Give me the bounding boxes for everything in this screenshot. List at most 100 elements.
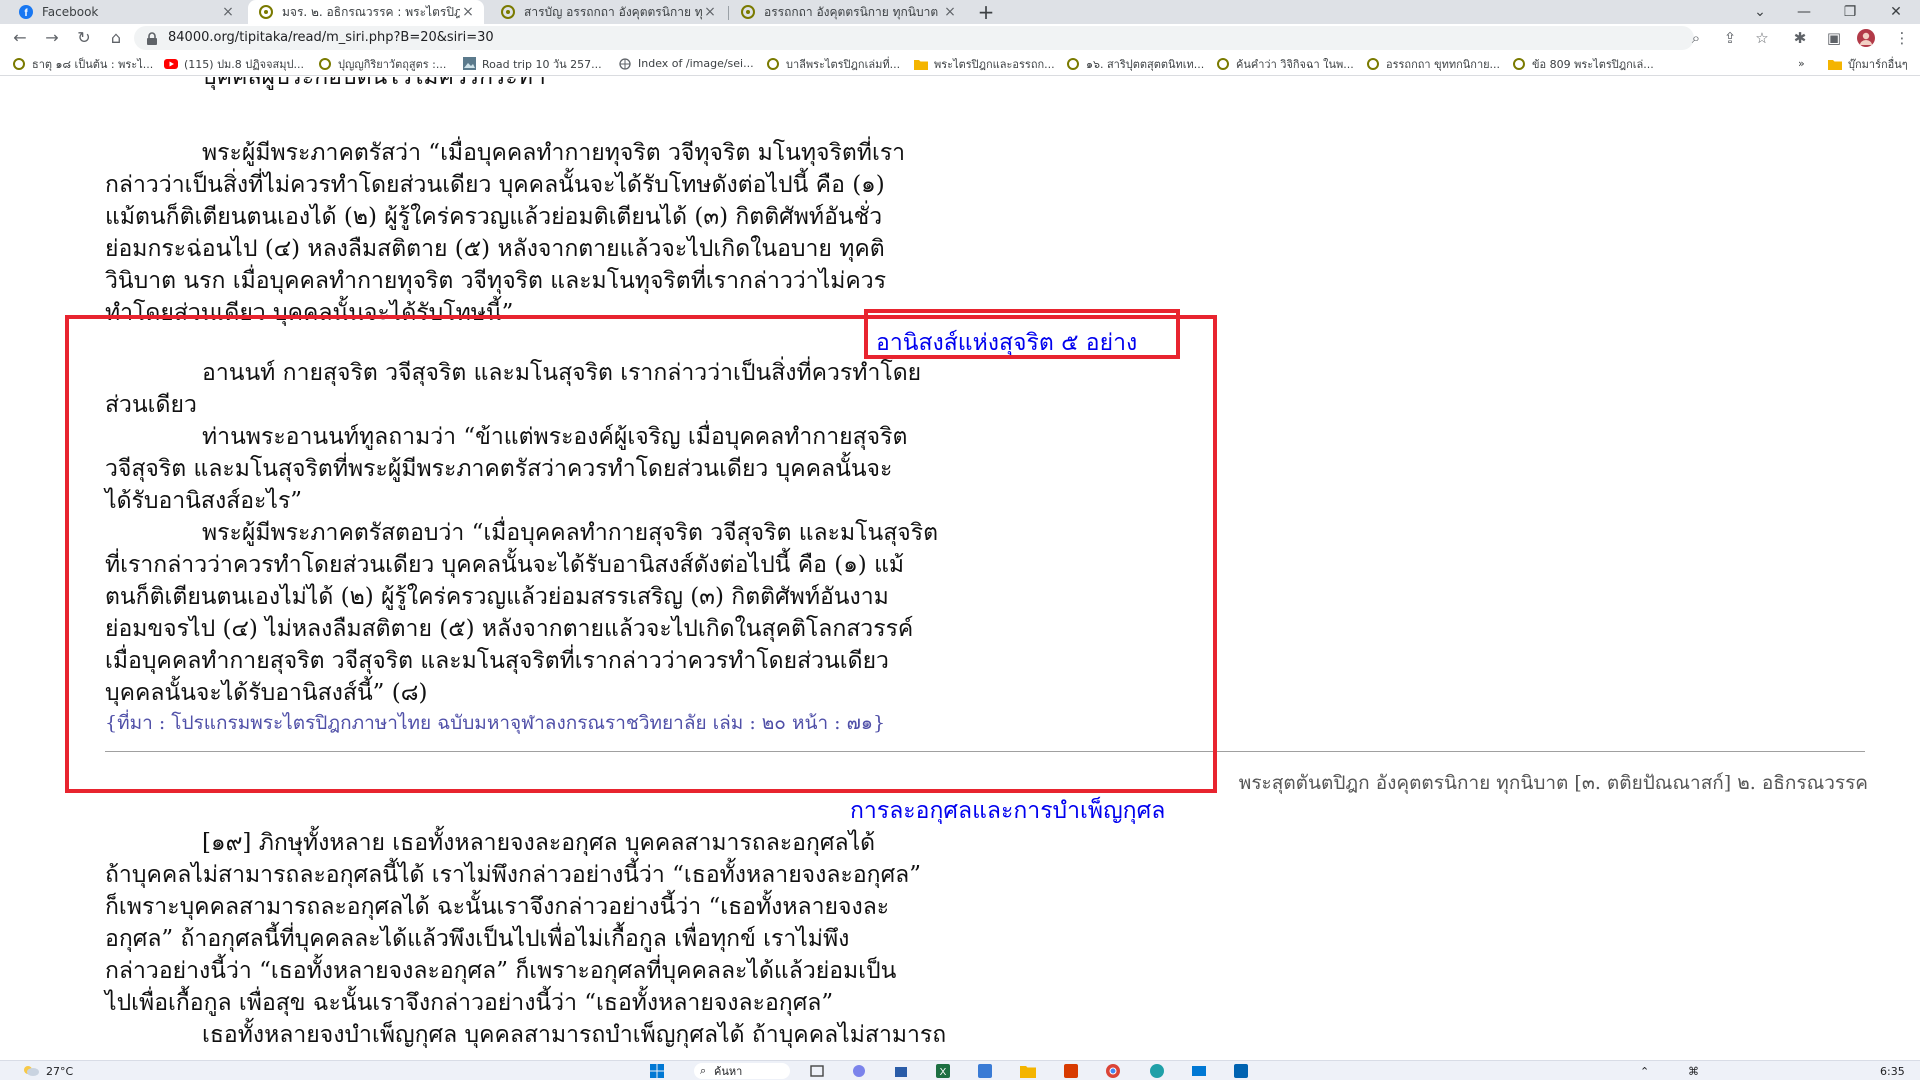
annotation-box-large — [65, 315, 1217, 793]
network-icon[interactable]: ⌘ — [1688, 1063, 1699, 1079]
edge-icon[interactable] — [1150, 1063, 1164, 1079]
minimize-icon[interactable]: — — [1784, 0, 1824, 24]
office-icon[interactable] — [1064, 1063, 1078, 1079]
folder-icon — [914, 57, 928, 71]
tab-title: Facebook — [42, 5, 99, 19]
mail-icon[interactable] — [1192, 1063, 1206, 1079]
clock[interactable]: 6:35 — [1880, 1063, 1905, 1079]
section-heading: การละอกุศลและการบำเพ็ญกุศล — [850, 798, 1166, 824]
bookmark-item[interactable]: อรรถกถา ขุททกนิกาย... — [1366, 52, 1500, 75]
dharma-wheel-icon — [500, 4, 516, 20]
dharma-wheel-icon — [1366, 57, 1380, 71]
bookmark-item[interactable]: ข้อ 809 พระไตรปิฎกเล่... — [1512, 52, 1654, 75]
dharma-wheel-icon — [740, 4, 756, 20]
side-panel-icon[interactable]: ▣ — [1820, 24, 1848, 52]
bookmark-item[interactable]: บาลีพระไตรปิฎกเล่มที่... — [766, 52, 900, 75]
bookmark-item[interactable]: ธาตุ ๑๘ เป็นต้น : พระไ... — [12, 52, 153, 75]
page-source-line: พระสุตตันตปิฎก อังคุตตรนิกาย ทุกนิบาต [๓… — [1238, 772, 1868, 794]
tab-close-icon[interactable]: × — [702, 4, 718, 20]
text-line: ถ้าบุคคลไม่สามารถละอกุศลนี้ได้ เราไม่พึง… — [105, 862, 922, 888]
weather-widget[interactable]: 27°C — [22, 1063, 73, 1079]
tab-search-chevron-icon[interactable]: ⌄ — [1740, 0, 1780, 24]
bookmark-item[interactable]: พระไตรปิฎกและอรรถก... — [914, 52, 1055, 75]
weather-cloud-icon — [22, 1064, 40, 1079]
text-line: กล่าวอย่างนี้ว่า “เธอทั้งหลายจงละอกุศล” … — [105, 958, 897, 984]
address-url: 84000.org/tipitaka/read/m_siri.php?B=20&… — [168, 30, 494, 45]
home-icon[interactable]: ⌂ — [102, 24, 130, 52]
close-window-icon[interactable]: ✕ — [1876, 0, 1916, 24]
bookmark-label: ๑๖. สาริปุตตสุตตนิทเท... — [1086, 57, 1205, 71]
text-line: บุคคลผู้ประกอบตนไว้ไม่ควรกระทำ — [202, 77, 546, 90]
annotation-box-heading — [864, 309, 1180, 359]
other-bookmarks-label: บุ๊กมาร์กอื่นๆ — [1848, 57, 1908, 71]
page-content: บุคคลผู้ประกอบตนไว้ไม่ควรกระทำ พระผู้มีพ… — [0, 77, 1920, 1060]
bookmark-label: Road trip 10 วัน 257... — [482, 57, 602, 71]
text-line: อกุศล” ถ้าอกุศลนี้ที่บุคคลละได้แล้วพึงเป… — [105, 926, 850, 952]
bookmark-label: บาลีพระไตรปิฎกเล่มที่... — [786, 57, 901, 71]
bookmark-item[interactable]: Road trip 10 วัน 257... — [462, 52, 602, 75]
text-line: พระผู้มีพระภาคตรัสว่า “เมื่อบุคคลทำกายทุ… — [202, 140, 906, 166]
store-icon[interactable] — [894, 1063, 908, 1079]
browser-toolbar: ← → ↻ ⌂ 84000.org/tipitaka/read/m_siri.p… — [0, 24, 1920, 52]
excel-icon[interactable]: X — [936, 1063, 950, 1079]
tab-title: สารบัญ อรรถกถา อังคุตตรนิกาย ทุกนิ — [524, 4, 702, 19]
bookmark-item[interactable]: ค้นคำว่า วิจิกิจฉา ในพ... — [1216, 52, 1354, 75]
tab-commentary[interactable]: อรรถกถา อังคุตตรนิกาย ทุกนิบาต ปฐ × — [730, 0, 966, 24]
tab-facebook[interactable]: f Facebook × — [8, 0, 244, 24]
task-view-icon[interactable] — [810, 1063, 824, 1079]
bookmarks-overflow-icon[interactable]: » — [1798, 52, 1805, 75]
forward-arrow-icon[interactable]: → — [38, 24, 66, 52]
profile-avatar[interactable] — [1852, 24, 1880, 52]
bookmark-label: ค้นคำว่า วิจิกิจฉา ในพ... — [1236, 57, 1354, 71]
taskbar-search[interactable]: ⌕ ค้นหา — [694, 1063, 790, 1079]
tab-tipitaka-read[interactable]: มจร. ๒. อธิกรณวรรค : พระไตรปิฎกเล่ม × — [248, 0, 484, 24]
share-icon[interactable]: ⇪ — [1716, 24, 1744, 52]
tab-close-icon[interactable]: × — [460, 4, 476, 20]
tab-close-icon[interactable]: × — [942, 4, 958, 20]
svg-text:X: X — [940, 1067, 947, 1078]
zoom-icon[interactable]: ⌕ — [1682, 24, 1710, 52]
bookmarks-bar: ธาตุ ๑๘ เป็นต้น : พระไ... (115) ปม.8 ปฏิ… — [0, 52, 1920, 76]
tray-chevron-icon[interactable]: ⌃ — [1640, 1063, 1649, 1079]
text-line: วินิบาต นรก เมื่อบุคคลทำกายทุจริต วจีทุจ… — [105, 268, 887, 294]
app-icon[interactable] — [978, 1063, 992, 1079]
dharma-wheel-icon — [1512, 57, 1526, 71]
menu-kebab-icon[interactable]: ⋮ — [1888, 24, 1916, 52]
bookmark-label: ธาตุ ๑๘ เป็นต้น : พระไ... — [32, 57, 154, 71]
bookmark-item[interactable]: ปุญญกิริยาวัตถุสูตร :... — [318, 52, 446, 75]
globe-icon — [618, 57, 632, 71]
photo-icon — [462, 57, 476, 71]
facebook-icon: f — [18, 4, 34, 20]
other-bookmarks-folder[interactable]: บุ๊กมาร์กอื่นๆ — [1828, 52, 1908, 75]
chrome-icon[interactable] — [1106, 1063, 1120, 1079]
new-tab-button[interactable]: + — [972, 0, 1000, 24]
folder-icon — [1828, 57, 1842, 71]
bookmark-item[interactable]: ๑๖. สาริปุตตสุตตนิทเท... — [1066, 52, 1204, 75]
bookmark-item[interactable]: (115) ปม.8 ปฏิจจสมุป... — [164, 52, 304, 75]
text-line: แม้ตนก็ติเตียนตนเองได้ (๒) ผู้รู้ใคร่ครว… — [105, 204, 883, 230]
file-explorer-icon[interactable] — [1020, 1063, 1036, 1079]
reload-icon[interactable]: ↻ — [70, 24, 98, 52]
start-windows-icon[interactable] — [650, 1063, 664, 1079]
photos-icon[interactable] — [1234, 1063, 1248, 1079]
taskbar-search-label: ค้นหา — [714, 1065, 743, 1078]
dharma-wheel-icon — [318, 57, 332, 71]
bookmark-label: อรรถกถา ขุททกนิกาย... — [1386, 57, 1501, 71]
address-bar[interactable]: 84000.org/tipitaka/read/m_siri.php?B=20&… — [134, 26, 1694, 50]
star-bookmark-icon[interactable]: ☆ — [1748, 24, 1776, 52]
text-line: เธอทั้งหลายจงบำเพ็ญกุศล บุคคลสามารถบำเพ็… — [202, 1022, 947, 1048]
chat-icon[interactable] — [852, 1063, 866, 1079]
bookmark-label: ข้อ 809 พระไตรปิฎกเล่... — [1532, 57, 1654, 71]
bookmark-item[interactable]: Index of /image/sei... — [618, 52, 754, 75]
taskbar: 27°C ⌕ ค้นหา X ⌃ ⌘ 6:35 — [0, 1060, 1920, 1080]
restore-icon[interactable]: ❐ — [1830, 0, 1870, 24]
back-arrow-icon[interactable]: ← — [6, 24, 34, 52]
text-line: [๑๙] ภิกษุทั้งหลาย เธอทั้งหลายจงละอกุศล … — [202, 830, 876, 856]
bookmark-label: ปุญญกิริยาวัตถุสูตร :... — [338, 57, 447, 71]
tab-close-icon[interactable]: × — [220, 4, 236, 20]
extensions-puzzle-icon[interactable]: ✱ — [1786, 24, 1814, 52]
tab-contents-commentary[interactable]: สารบัญ อรรถกถา อังคุตตรนิกาย ทุกนิ × — [490, 0, 726, 24]
bookmark-label: พระไตรปิฎกและอรรถก... — [934, 57, 1055, 71]
bookmark-label: Index of /image/sei... — [638, 57, 754, 70]
tab-strip: f Facebook × มจร. ๒. อธิกรณวรรค : พระไตร… — [0, 0, 1920, 24]
